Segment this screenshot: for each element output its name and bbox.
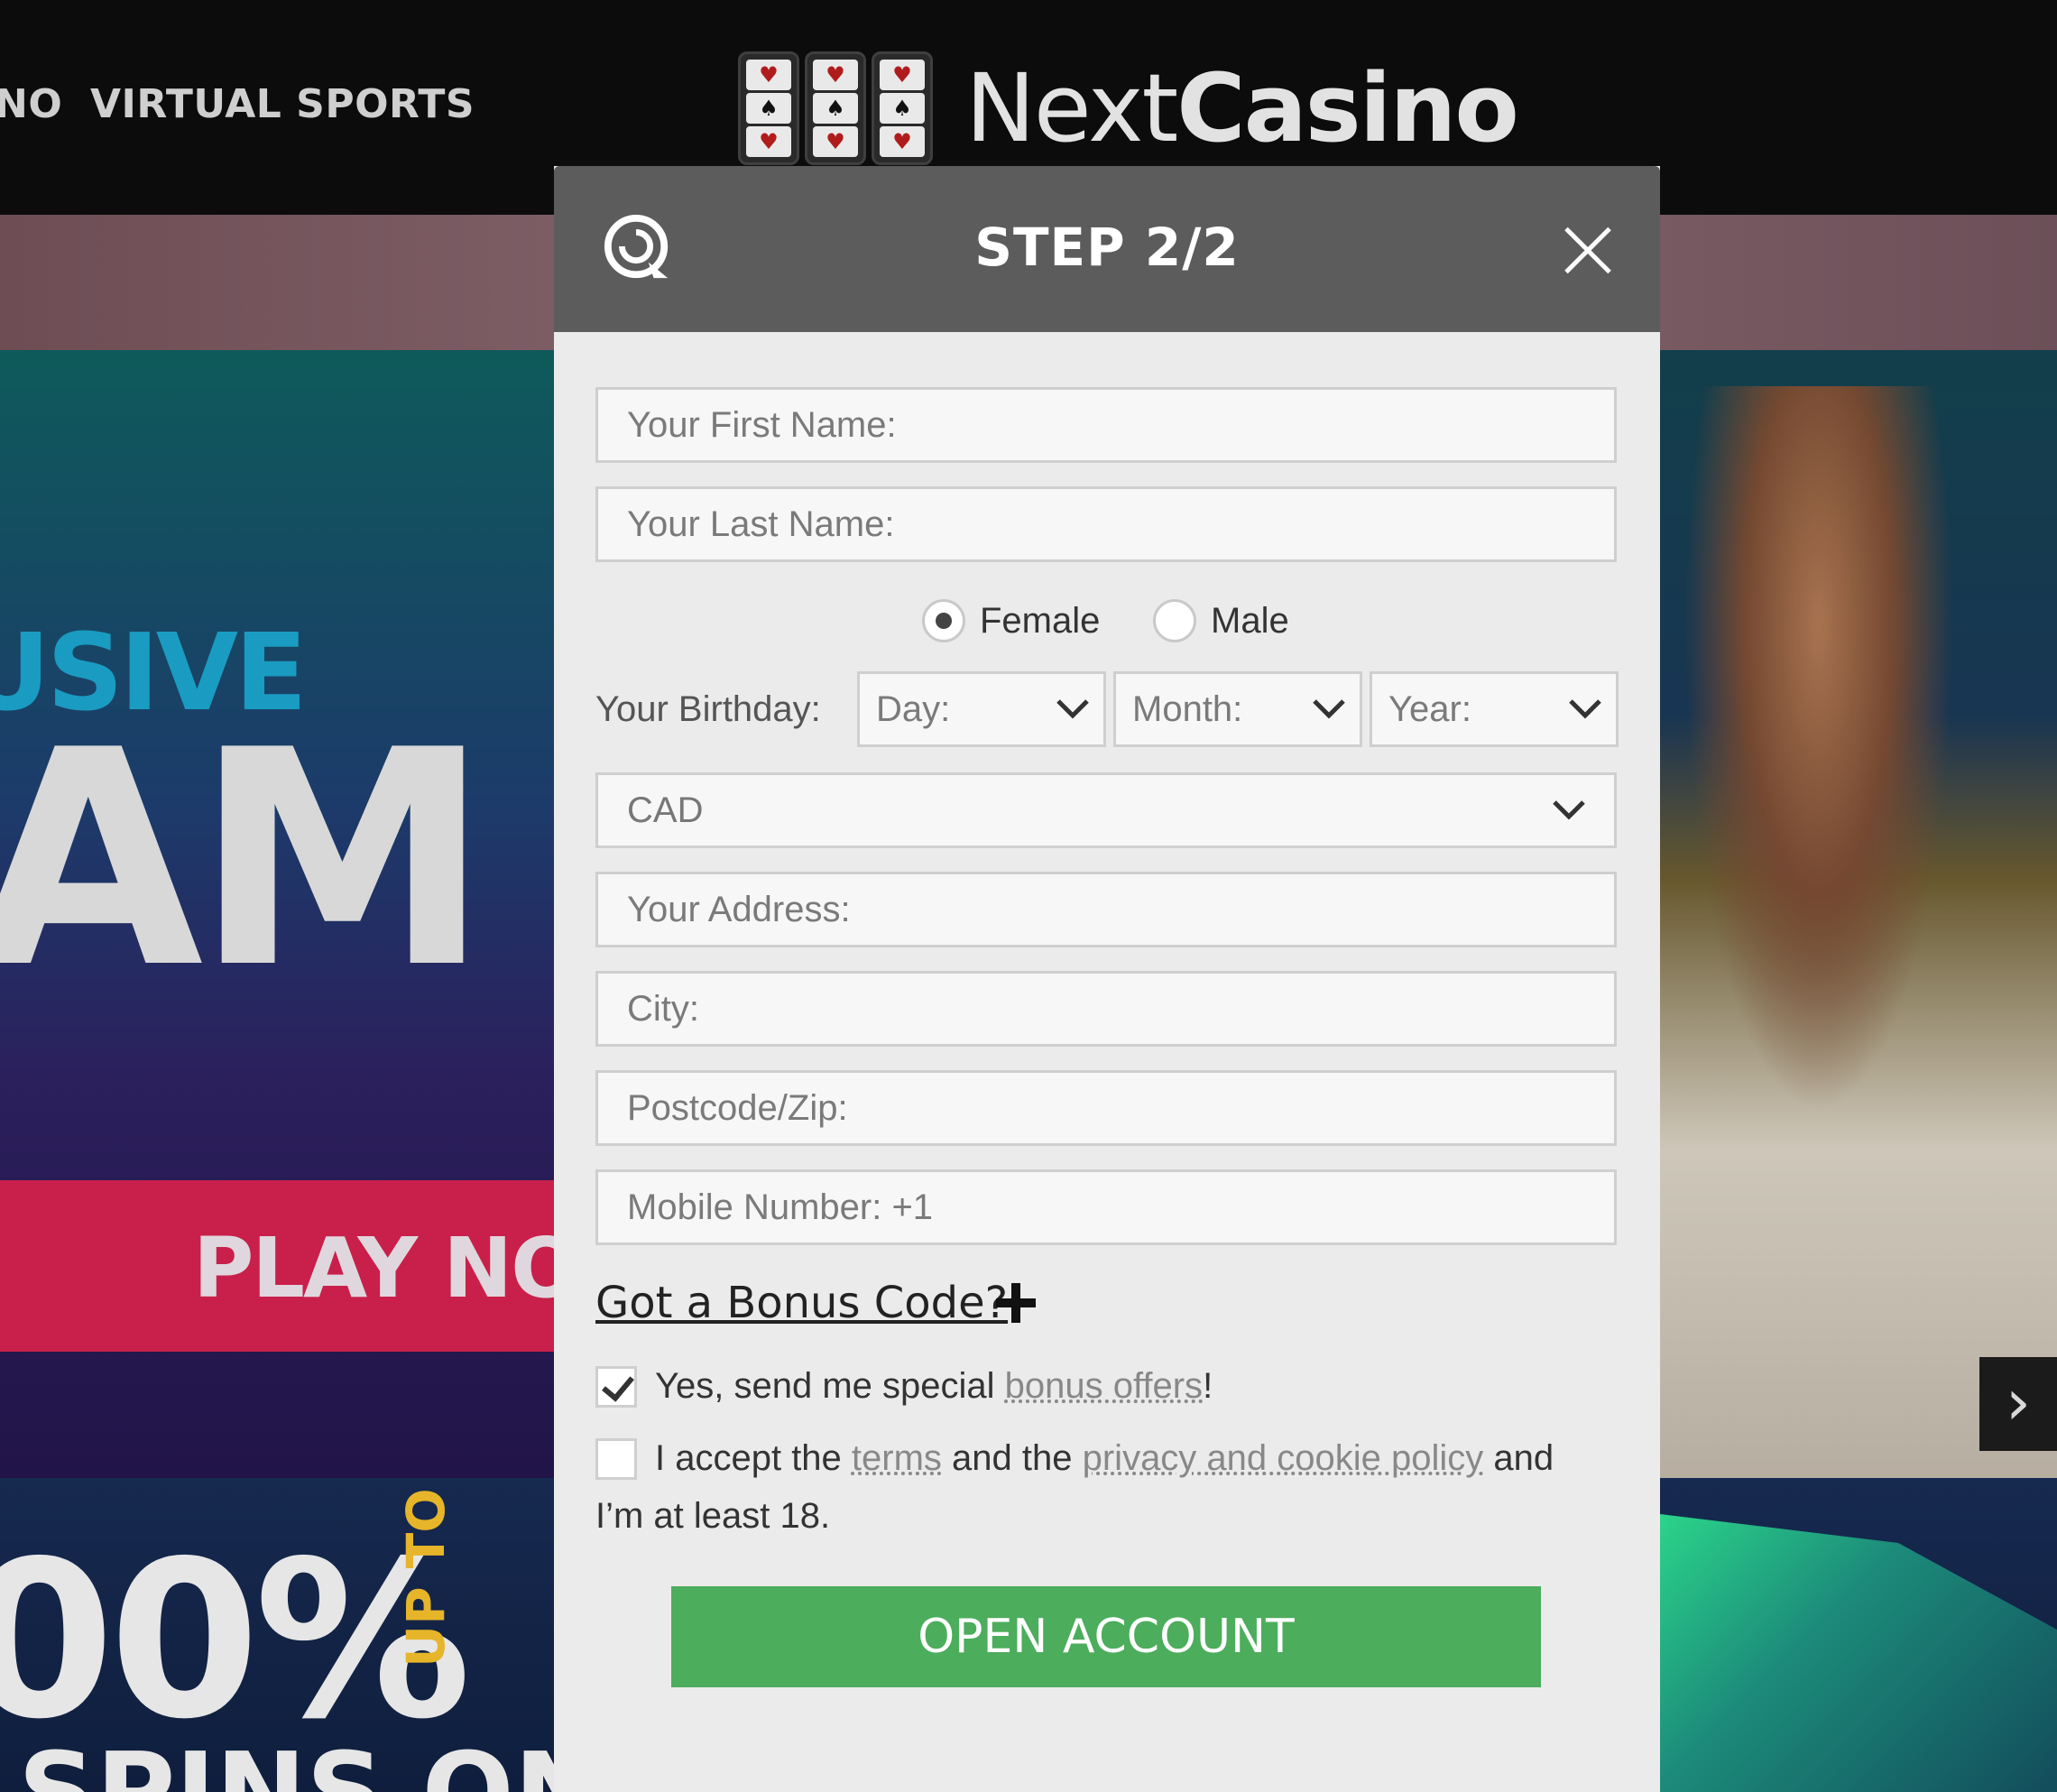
first-name-field[interactable]: [595, 387, 1617, 463]
nav-item-casino[interactable]: NO: [0, 81, 62, 127]
play-now-label: PLAY NO: [193, 1220, 581, 1316]
site-logo[interactable]: ♥ ♠ ♥ ♥ ♠ ♥ ♥ ♠ ♥ NextCasino: [738, 47, 1519, 170]
address-field[interactable]: [595, 872, 1617, 947]
terms-checkbox-row: I accept the terms and the privacy and c…: [595, 1438, 1606, 1545]
chevron-down-icon: [1569, 699, 1601, 719]
hero-character-image: [1660, 350, 2057, 1478]
terms-checkbox[interactable]: [595, 1438, 637, 1480]
gender-male-radio[interactable]: Male: [1153, 599, 1289, 642]
adventurer-illustration: [1660, 386, 2057, 1478]
play-now-button[interactable]: PLAY NO: [0, 1180, 632, 1352]
gender-female-radio[interactable]: Female: [922, 599, 1100, 642]
hero-title: AM: [0, 687, 491, 1033]
terms-text: I accept the terms and the privacy and c…: [595, 1438, 1554, 1536]
step-title: STEP 2/2: [974, 217, 1240, 278]
privacy-policy-link[interactable]: privacy and cookie policy: [1083, 1438, 1484, 1478]
bonus-offers-checkbox[interactable]: [595, 1366, 637, 1408]
plus-icon[interactable]: [996, 1283, 1036, 1323]
chevron-down-icon: [1553, 800, 1585, 820]
birthday-month-select[interactable]: Month:: [1113, 671, 1362, 747]
mobile-number-field[interactable]: [595, 1169, 1617, 1245]
bonus-offers-text: Yes, send me special bonus offers!: [655, 1366, 1213, 1406]
modal-header: STEP 2/2: [554, 166, 1660, 332]
postcode-field[interactable]: [595, 1070, 1617, 1146]
bonus-offers-link[interactable]: bonus offers: [1005, 1366, 1203, 1406]
logo-wordmark: NextCasino: [965, 53, 1519, 163]
currency-select[interactable]: CAD: [595, 772, 1617, 848]
last-name-field[interactable]: [595, 486, 1617, 562]
open-account-button[interactable]: OPEN ACCOUNT: [671, 1586, 1541, 1687]
registration-modal: STEP 2/2 Female Male Your Birthday: Day:…: [554, 166, 1660, 1792]
gem-illustration: [1660, 1514, 2057, 1792]
birthday-day-select[interactable]: Day:: [857, 671, 1106, 747]
close-icon[interactable]: [1563, 226, 1613, 276]
promo-spins: SPINS ON: [18, 1731, 604, 1792]
slider-next-arrow-icon[interactable]: ›: [1979, 1357, 2057, 1451]
promo-up-to: UP TO: [395, 1488, 457, 1667]
radio-selected-icon[interactable]: [922, 599, 965, 642]
nav-item-virtual-sports[interactable]: VIRTUAL SPORTS: [90, 81, 475, 127]
bonus-offers-checkbox-row: Yes, send me special bonus offers!: [595, 1366, 1213, 1408]
radio-unselected-icon[interactable]: [1153, 599, 1196, 642]
terms-link[interactable]: terms: [852, 1438, 942, 1478]
chevron-down-icon: [1056, 699, 1089, 719]
slot-reels-icon: ♥ ♠ ♥ ♥ ♠ ♥ ♥ ♠ ♥: [738, 51, 933, 165]
birthday-year-select[interactable]: Year:: [1370, 671, 1619, 747]
chevron-down-icon: [1313, 699, 1345, 719]
birthday-label: Your Birthday:: [595, 689, 821, 729]
city-field[interactable]: [595, 971, 1617, 1047]
bonus-code-link[interactable]: Got a Bonus Code?: [595, 1278, 1008, 1328]
